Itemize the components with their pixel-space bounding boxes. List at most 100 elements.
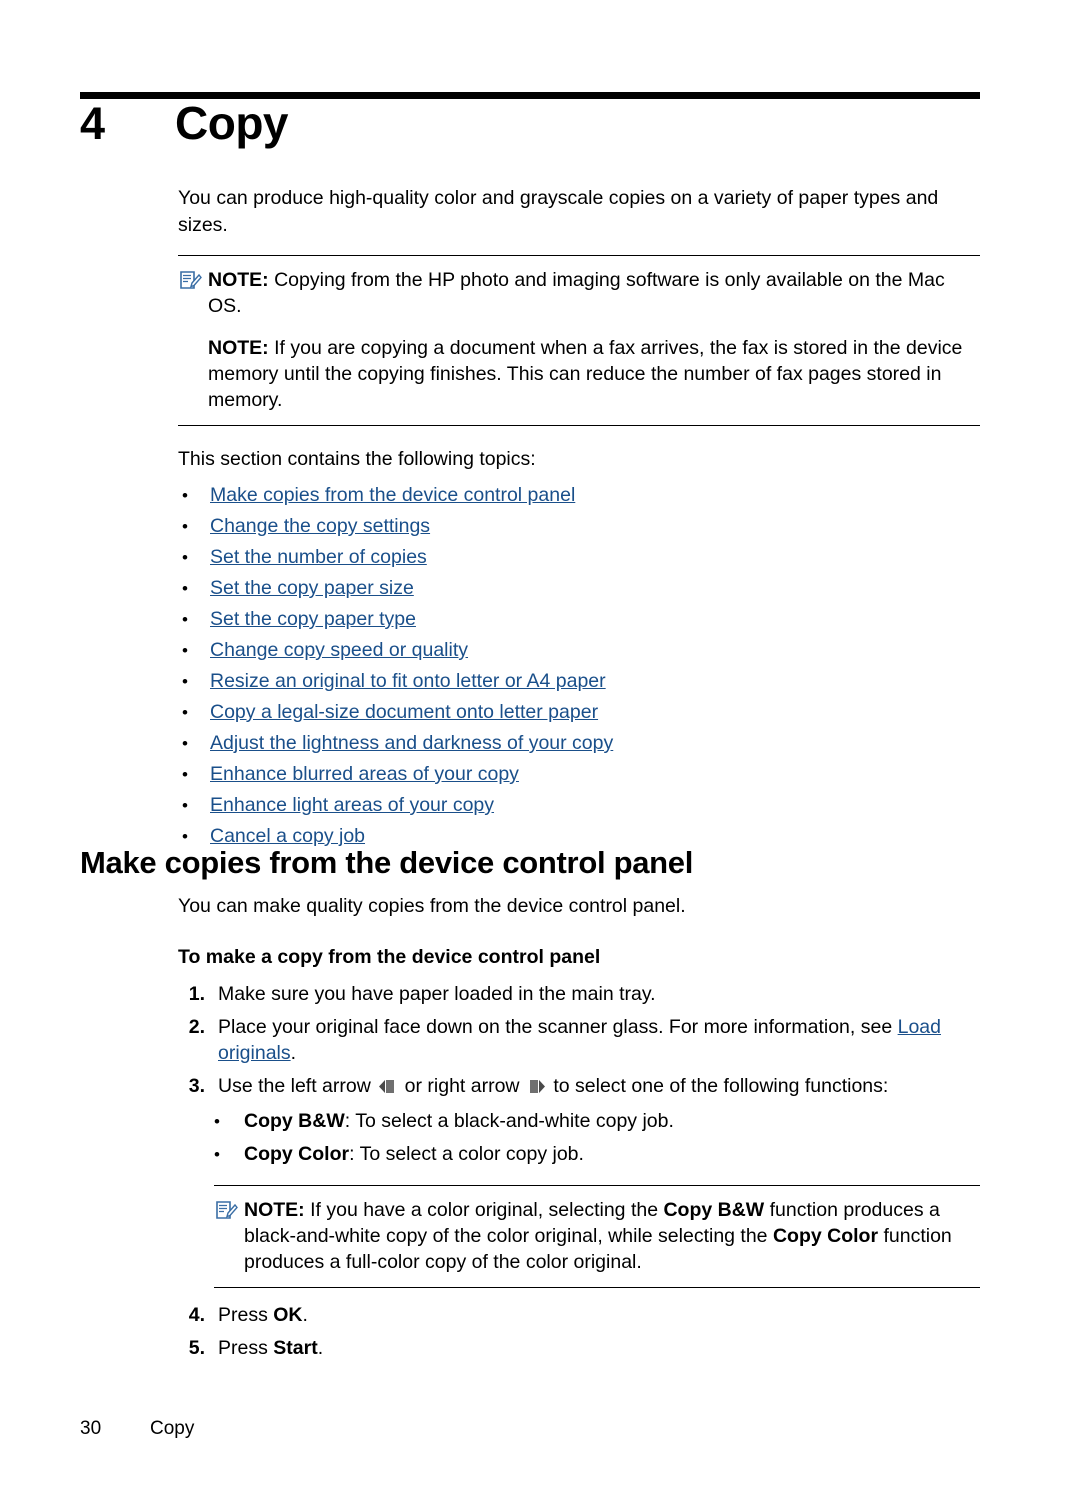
chapter-number: 4 bbox=[80, 98, 105, 149]
topic-link-enhance-blurred-areas[interactable]: Enhance blurred areas of your copy bbox=[210, 762, 519, 787]
step-5-text-after: . bbox=[317, 1337, 324, 1359]
bullet-icon: • bbox=[182, 672, 188, 691]
list-item: • Enhance blurred areas of your copy bbox=[178, 762, 980, 787]
substep-text: Copy Color: To select a color copy job. bbox=[244, 1140, 584, 1168]
step-text: Press OK. bbox=[218, 1302, 980, 1328]
topics-intro: This section contains the following topi… bbox=[178, 448, 536, 470]
topic-link-set-copy-paper-type[interactable]: Set the copy paper type bbox=[210, 607, 416, 632]
step-4: 4. Press OK. bbox=[178, 1302, 980, 1328]
step-number: 2. bbox=[188, 1016, 205, 1038]
note-2-label: NOTE: bbox=[208, 337, 269, 359]
procedure-steps-tail: 4. Press OK. 5. Press Start. bbox=[178, 1302, 980, 1361]
topic-link-set-copy-paper-size[interactable]: Set the copy paper size bbox=[210, 576, 414, 601]
note-1-label: NOTE: bbox=[208, 269, 269, 291]
right-arrow-icon bbox=[527, 1075, 546, 1093]
step-3-substeps: • Copy B&W: To select a black-and-white … bbox=[178, 1107, 980, 1169]
left-arrow-icon bbox=[378, 1075, 397, 1093]
intro-paragraph: You can produce high-quality color and g… bbox=[178, 187, 939, 236]
step-4-text-after: . bbox=[302, 1304, 308, 1326]
step-number: 1. bbox=[188, 983, 205, 1005]
substep-copy-bw: • Copy B&W: To select a black-and-white … bbox=[214, 1107, 980, 1136]
note-3-body: NOTE: If you have a color original, sele… bbox=[244, 1197, 980, 1275]
bullet-icon: • bbox=[182, 641, 188, 660]
bullet-icon: • bbox=[182, 486, 188, 505]
topic-link-set-number-of-copies[interactable]: Set the number of copies bbox=[210, 545, 427, 570]
section-heading: Make copies from the device control pane… bbox=[80, 845, 694, 880]
topic-link-change-copy-settings[interactable]: Change the copy settings bbox=[210, 514, 430, 539]
bullet-icon: • bbox=[182, 579, 188, 598]
substep-desc: : To select a black-and-white copy job. bbox=[344, 1110, 674, 1132]
document-page: 4 Copy You can produce high-quality colo… bbox=[0, 0, 1080, 1495]
note-3-bold-copy-bw: Copy B&W bbox=[663, 1199, 765, 1221]
step-5-text-before: Press bbox=[218, 1337, 274, 1359]
chapter-header: 4 Copy bbox=[80, 100, 980, 146]
step-3-text-before: Use the left arrow bbox=[218, 1075, 377, 1097]
bullet-icon: • bbox=[182, 796, 188, 815]
step-3: 3. Use the left arrow or right arrow to … bbox=[178, 1073, 980, 1099]
step-text: Place your original face down on the sca… bbox=[218, 1014, 980, 1066]
note-3-bold-copy: Copy bbox=[772, 1225, 822, 1247]
list-item: • Enhance light areas of your copy bbox=[178, 793, 980, 818]
list-item: • Copy a legal-size document onto letter… bbox=[178, 700, 980, 725]
substep-copy-color: • Copy Color: To select a color copy job… bbox=[214, 1140, 980, 1169]
topic-link-copy-legal-size[interactable]: Copy a legal-size document onto letter p… bbox=[210, 700, 598, 725]
step-5-bold: Start bbox=[273, 1337, 318, 1359]
step-2: 2. Place your original face down on the … bbox=[178, 1014, 980, 1066]
topic-link-make-copies[interactable]: Make copies from the device control pane… bbox=[210, 483, 575, 508]
list-item: • Adjust the lightness and darkness of y… bbox=[178, 731, 980, 756]
step-number: 4. bbox=[188, 1304, 205, 1326]
note-block-1: NOTE: Copying from the HP photo and imag… bbox=[178, 255, 980, 426]
note-3-label: NOTE: bbox=[244, 1199, 305, 1221]
substep-desc: : To select a color copy job. bbox=[349, 1143, 584, 1165]
list-item: • Set the number of copies bbox=[178, 545, 980, 570]
footer-page-number: 30 bbox=[80, 1418, 102, 1439]
topic-link-resize-original[interactable]: Resize an original to fit onto letter or… bbox=[210, 669, 606, 694]
step-2-text-after: . bbox=[290, 1042, 297, 1064]
step-1: 1. Make sure you have paper loaded in th… bbox=[178, 981, 980, 1007]
bullet-icon: • bbox=[182, 610, 188, 629]
list-item: • Set the copy paper size bbox=[178, 576, 980, 601]
page-footer: 30 Copy bbox=[80, 1418, 194, 1440]
note-block-3: NOTE: If you have a color original, sele… bbox=[214, 1185, 980, 1288]
note-2-text: If you are copying a document when a fax… bbox=[208, 337, 963, 411]
note-1-body: NOTE: Copying from the HP photo and imag… bbox=[208, 267, 980, 319]
step-text: Use the left arrow or right arrow to sel… bbox=[218, 1073, 980, 1099]
list-item: • Change copy speed or quality bbox=[178, 638, 980, 663]
step-number: 3. bbox=[188, 1075, 205, 1097]
step-2-text-before: Place your original face down on the sca… bbox=[218, 1016, 898, 1038]
step-3-text-after: to select one of the following functions… bbox=[547, 1075, 889, 1097]
step-text: Press Start. bbox=[218, 1335, 980, 1361]
bullet-icon: • bbox=[182, 827, 188, 846]
list-item: • Resize an original to fit onto letter … bbox=[178, 669, 980, 694]
footer-chapter-label: Copy bbox=[150, 1418, 195, 1439]
procedure-steps: 1. Make sure you have paper loaded in th… bbox=[178, 981, 980, 1099]
substep-bold-label: Copy Color bbox=[244, 1143, 350, 1165]
step-4-text-before: Press bbox=[218, 1304, 274, 1326]
step-number: 5. bbox=[188, 1337, 205, 1359]
note-3-text-a: If you have a color original, selecting … bbox=[310, 1199, 664, 1221]
bullet-icon: • bbox=[182, 703, 188, 722]
procedure-title: To make a copy from the device control p… bbox=[178, 946, 601, 968]
list-item: • Make copies from the device control pa… bbox=[178, 483, 980, 508]
topic-link-change-copy-speed-quality[interactable]: Change copy speed or quality bbox=[210, 638, 468, 663]
note-2-body: NOTE: If you are copying a document when… bbox=[178, 335, 980, 413]
bullet-icon: • bbox=[214, 1145, 220, 1164]
list-item: • Set the copy paper type bbox=[178, 607, 980, 632]
intro-content: You can produce high-quality color and g… bbox=[178, 185, 980, 855]
note-3-bold-color: Color bbox=[827, 1225, 879, 1247]
bullet-icon: • bbox=[214, 1112, 220, 1131]
section-content: You can make quality copies from the dev… bbox=[178, 893, 980, 1368]
note-icon bbox=[178, 267, 208, 297]
bullet-icon: • bbox=[182, 548, 188, 567]
topics-list: • Make copies from the device control pa… bbox=[178, 483, 980, 849]
chapter-title: Copy bbox=[175, 97, 289, 149]
topic-link-enhance-light-areas[interactable]: Enhance light areas of your copy bbox=[210, 793, 494, 818]
bullet-icon: • bbox=[182, 734, 188, 753]
substep-text: Copy B&W: To select a black-and-white co… bbox=[244, 1107, 674, 1135]
step-4-bold: OK bbox=[273, 1304, 303, 1326]
bullet-icon: • bbox=[182, 517, 188, 536]
topic-link-adjust-lightness-darkness[interactable]: Adjust the lightness and darkness of you… bbox=[210, 731, 613, 756]
note-icon bbox=[214, 1197, 244, 1227]
note-1-text: Copying from the HP photo and imaging so… bbox=[208, 269, 945, 317]
step-3-text-mid: or right arrow bbox=[399, 1075, 525, 1097]
